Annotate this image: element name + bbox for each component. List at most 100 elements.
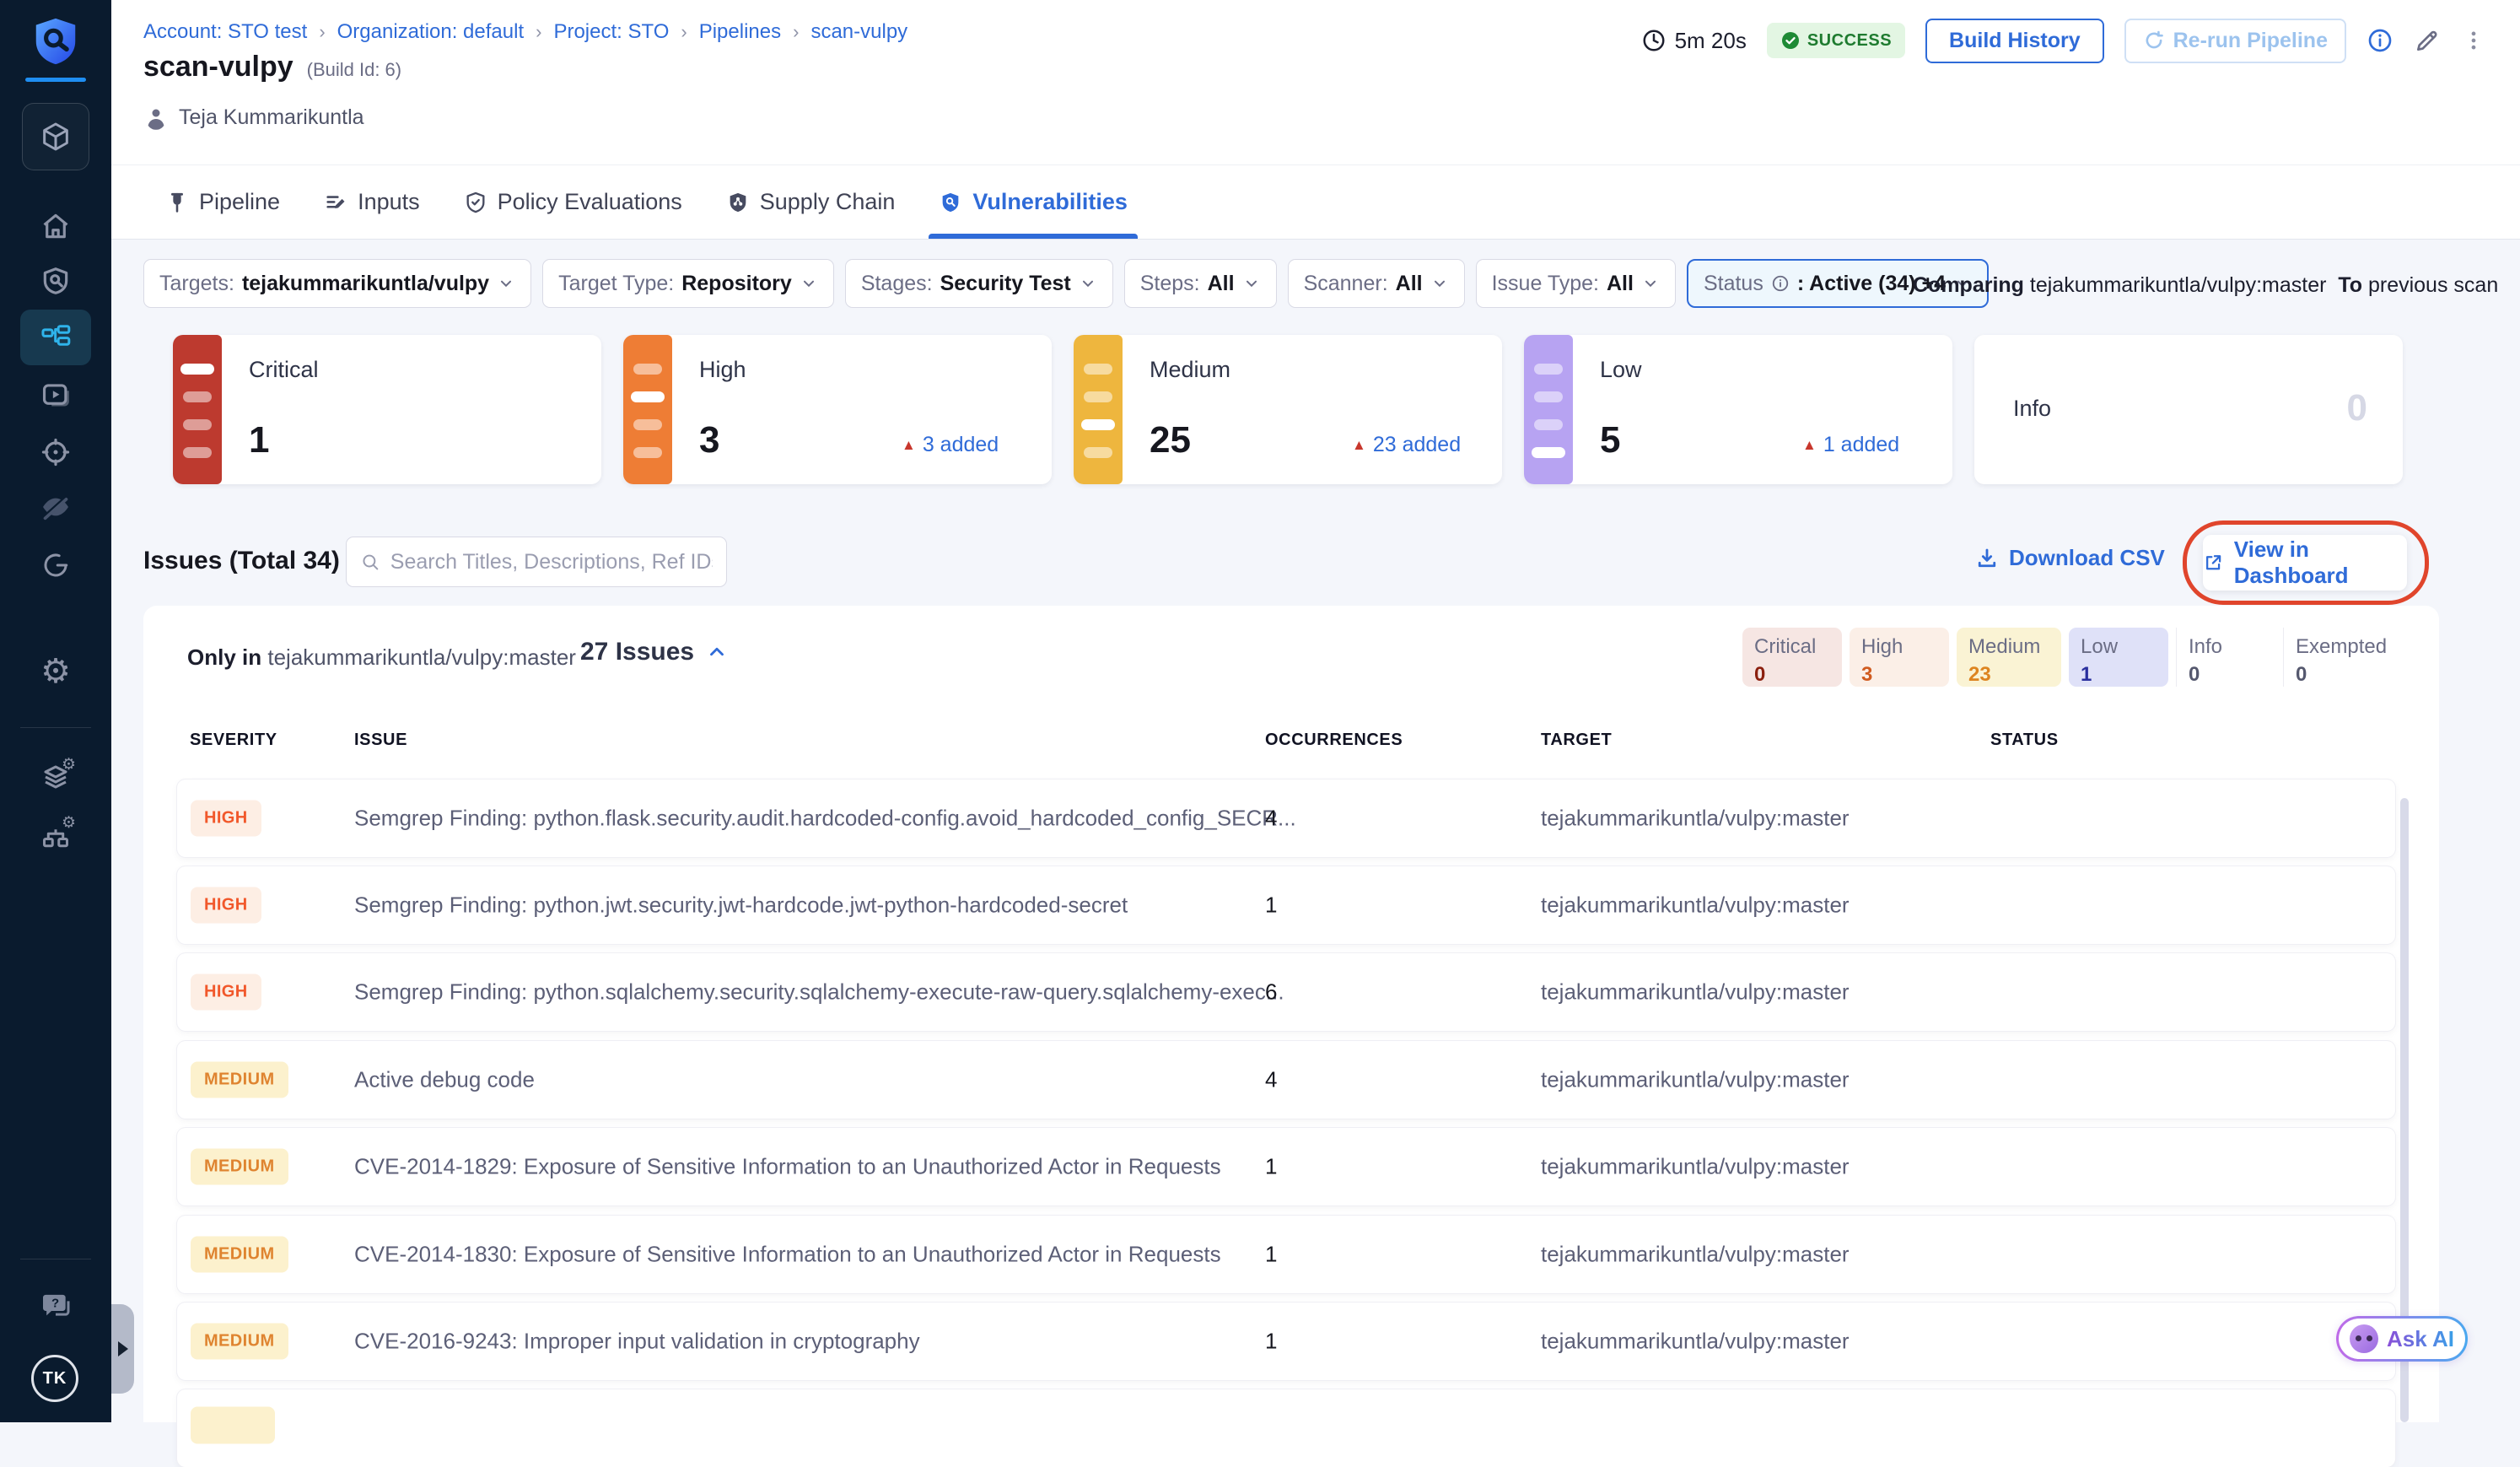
view-in-dashboard-button[interactable]: View in Dashboard bbox=[2203, 535, 2407, 591]
breadcrumb-pipelines[interactable]: Pipelines bbox=[699, 20, 781, 44]
medium-severity-rail-icon bbox=[1074, 335, 1123, 484]
filter-targets[interactable]: Targets: tejakummarikuntla/vulpy bbox=[143, 259, 532, 308]
table-row[interactable] bbox=[177, 1389, 2395, 1467]
sidebar-item-executions[interactable] bbox=[0, 377, 111, 413]
breadcrumb-organization[interactable]: Organization: default bbox=[337, 20, 524, 44]
issue-title: Active debug code bbox=[354, 1066, 535, 1092]
breadcrumb-separator: › bbox=[536, 21, 542, 42]
sidebar-item-overview[interactable] bbox=[0, 263, 111, 299]
issues-search[interactable] bbox=[346, 537, 727, 587]
help-chat-icon: ? bbox=[39, 1290, 73, 1324]
sidebar-item-targets[interactable] bbox=[0, 434, 111, 470]
low-card-count: 5 bbox=[1600, 419, 1621, 461]
clock-icon bbox=[1641, 28, 1667, 53]
medium-card[interactable]: Medium 25 ▲ 23 added bbox=[1074, 335, 1502, 484]
issue-title: Semgrep Finding: python.flask.security.a… bbox=[354, 805, 1296, 831]
filter-target-type[interactable]: Target Type: Repository bbox=[542, 259, 834, 308]
more-options-kebab-icon[interactable] bbox=[2461, 28, 2486, 53]
severity-badge: HIGH bbox=[191, 800, 261, 837]
critical-card[interactable]: Critical 1 bbox=[173, 335, 601, 484]
table-row[interactable]: MEDIUM CVE-2014-1830: Exposure of Sensit… bbox=[177, 1216, 2395, 1293]
filter-issue-type[interactable]: Issue Type: All bbox=[1475, 259, 1676, 308]
info-icon[interactable] bbox=[2367, 27, 2393, 54]
sidebar-expand-handle[interactable] bbox=[111, 1304, 134, 1394]
breadcrumb-current-pipeline[interactable]: scan-vulpy bbox=[810, 20, 907, 44]
medium-card-delta-text: 23 added bbox=[1372, 433, 1462, 456]
chip-medium[interactable]: Medium 23 bbox=[1957, 628, 2061, 687]
filter-target-type-value: Repository bbox=[681, 271, 792, 295]
tab-pipeline[interactable]: Pipeline bbox=[143, 165, 302, 239]
user-avatar[interactable]: TK bbox=[31, 1355, 78, 1402]
download-csv-button[interactable]: Download CSV bbox=[1975, 545, 2165, 571]
harness-sto-logo[interactable] bbox=[0, 12, 111, 71]
filter-stages[interactable]: Stages: Security Test bbox=[844, 259, 1113, 308]
critical-severity-rail-icon bbox=[173, 335, 222, 484]
chip-critical-value: 0 bbox=[1754, 663, 1766, 686]
high-card[interactable]: High 3 ▲ 3 added bbox=[623, 335, 1052, 484]
tab-vulnerabilities-label: Vulnerabilities bbox=[972, 189, 1128, 214]
table-row[interactable]: MEDIUM Active debug code 4 tejakummariku… bbox=[177, 1041, 2395, 1119]
occurrences-value: 4 bbox=[1265, 805, 1278, 831]
view-in-dashboard-label: View in Dashboard bbox=[2233, 537, 2349, 588]
occurrences-value: 4 bbox=[1265, 1066, 1278, 1092]
sidebar-divider bbox=[20, 727, 91, 728]
chip-high[interactable]: High 3 bbox=[1850, 628, 1949, 687]
group-issue-count-toggle[interactable]: 27 Issues bbox=[580, 638, 728, 666]
tab-inputs[interactable]: Inputs bbox=[302, 165, 442, 239]
filter-steps[interactable]: Steps: All bbox=[1123, 259, 1277, 308]
chip-low[interactable]: Low 1 bbox=[2069, 628, 2168, 687]
table-row[interactable]: MEDIUM CVE-2016-9243: Improper input val… bbox=[177, 1303, 2395, 1380]
breadcrumb: Account: STO test › Organization: defaul… bbox=[143, 20, 907, 44]
chevron-down-icon bbox=[1434, 280, 1445, 288]
sidebar-item-default-settings[interactable]: ⚙ bbox=[0, 756, 111, 795]
high-card-delta-text: 3 added bbox=[922, 433, 999, 456]
sidebar-item-ticket-settings[interactable] bbox=[0, 547, 111, 583]
severity-badge: HIGH bbox=[191, 887, 261, 924]
sidebar-item-home[interactable] bbox=[0, 208, 111, 244]
filter-scanner-label: Scanner: bbox=[1303, 271, 1388, 295]
tab-policy-evaluations[interactable]: Policy Evaluations bbox=[442, 165, 704, 239]
severity-summary-cards: Critical 1 High 3 ▲ 3 added Medium 25 ▲ … bbox=[173, 335, 2403, 484]
filter-scanner[interactable]: Scanner: All bbox=[1287, 259, 1465, 308]
person-icon bbox=[143, 105, 169, 130]
table-row[interactable]: HIGH Semgrep Finding: python.flask.secur… bbox=[177, 779, 2395, 857]
table-row[interactable]: HIGH Semgrep Finding: python.jwt.securit… bbox=[177, 866, 2395, 944]
sidebar-item-exemptions[interactable] bbox=[0, 489, 111, 525]
info-card-count: 0 bbox=[2346, 387, 2367, 429]
table-row[interactable]: HIGH Semgrep Finding: python.sqlalchemy.… bbox=[177, 953, 2395, 1031]
search-input[interactable] bbox=[390, 549, 713, 574]
edit-pipeline-icon[interactable] bbox=[2414, 27, 2441, 54]
chip-medium-value: 23 bbox=[1968, 663, 1991, 686]
chip-critical[interactable]: Critical 0 bbox=[1742, 628, 1842, 687]
low-card[interactable]: Low 5 ▲ 1 added bbox=[1524, 335, 1952, 484]
low-severity-rail-icon bbox=[1524, 335, 1573, 484]
sidebar-item-org-structure[interactable]: ⚙ bbox=[0, 814, 111, 853]
chevron-down-icon bbox=[1246, 280, 1257, 288]
breadcrumb-project[interactable]: Project: STO bbox=[553, 20, 669, 44]
ask-ai-button[interactable]: Ask AI bbox=[2336, 1316, 2468, 1362]
col-severity: SEVERITY bbox=[190, 731, 277, 749]
chip-exempted[interactable]: Exempted 0 bbox=[2283, 628, 2387, 687]
comparing-to: To bbox=[2338, 273, 2363, 297]
high-card-delta: ▲ 3 added bbox=[902, 433, 999, 457]
tab-supply-chain[interactable]: Supply Chain bbox=[704, 165, 918, 239]
shield-check-icon bbox=[464, 191, 487, 214]
info-card[interactable]: Info 0 bbox=[1974, 335, 2403, 484]
chip-critical-label: Critical bbox=[1754, 635, 1817, 658]
chip-info-value: 0 bbox=[2189, 663, 2200, 686]
comparing-baseline[interactable]: previous scan bbox=[2368, 273, 2498, 297]
sidebar-item-settings[interactable]: ⚙ bbox=[0, 653, 111, 690]
active-tab-underline bbox=[929, 234, 1138, 239]
chip-info[interactable]: Info 0 bbox=[2176, 628, 2275, 687]
user-name: Teja Kummarikuntla bbox=[179, 105, 364, 129]
build-history-button[interactable]: Build History bbox=[1925, 18, 2104, 63]
module-selector-button[interactable] bbox=[22, 103, 89, 170]
table-row[interactable]: MEDIUM CVE-2014-1829: Exposure of Sensit… bbox=[177, 1128, 2395, 1205]
breadcrumb-account[interactable]: Account: STO test bbox=[143, 20, 307, 44]
severity-badge: MEDIUM bbox=[191, 1061, 288, 1098]
sidebar-item-pipelines-active[interactable] bbox=[20, 310, 91, 365]
rerun-pipeline-button[interactable]: Re-run Pipeline bbox=[2124, 18, 2346, 63]
tab-vulnerabilities-active[interactable]: Vulnerabilities bbox=[917, 165, 1150, 239]
sidebar-item-help[interactable]: ? bbox=[0, 1287, 111, 1326]
high-card-count: 3 bbox=[699, 419, 720, 461]
